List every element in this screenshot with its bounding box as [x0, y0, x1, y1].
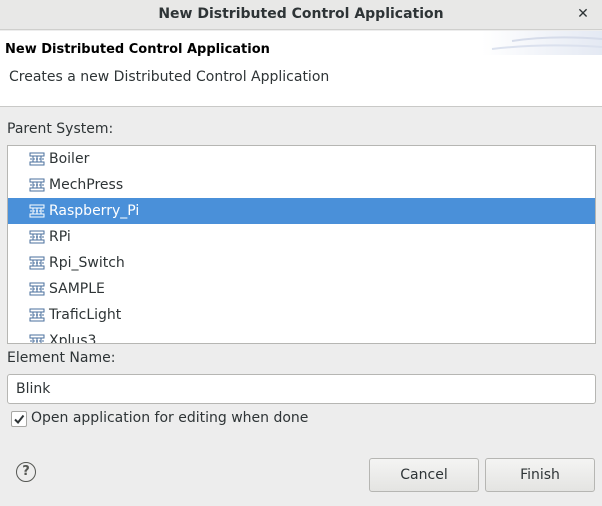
window-title: New Distributed Control Application [158, 6, 444, 22]
title-bar: New Distributed Control Application ✕ [0, 0, 602, 30]
system-icon [29, 204, 45, 218]
parent-system-label: Parent System: [7, 121, 114, 137]
list-item-label: Raspberry_Pi [49, 203, 140, 219]
list-item[interactable]: MechPress [8, 172, 595, 198]
open-after-label[interactable]: Open application for editing when done [31, 410, 308, 426]
list-item-label: Boiler [49, 151, 90, 167]
system-icon [29, 282, 45, 296]
list-item[interactable]: TraficLight [8, 302, 595, 328]
checkmark-icon [14, 414, 25, 425]
open-after-checkbox[interactable] [11, 411, 27, 427]
list-item-label: SAMPLE [49, 281, 105, 297]
wizard-description: Creates a new Distributed Control Applic… [9, 69, 330, 85]
list-item[interactable]: SAMPLE [8, 276, 595, 302]
system-icon [29, 256, 45, 270]
system-icon [29, 152, 45, 166]
system-icon [29, 230, 45, 244]
list-item-label: RPi [49, 229, 71, 245]
finish-button[interactable]: Finish [485, 458, 595, 492]
help-icon[interactable]: ? [16, 462, 36, 482]
wizard-title: New Distributed Control Application [5, 42, 270, 57]
list-item-label: Rpi_Switch [49, 255, 125, 271]
list-item-label: TraficLight [49, 307, 122, 323]
system-icon [29, 308, 45, 322]
parent-system-list[interactable]: Boiler MechPress Raspberry_Pi RPi Rpi_Switch… [7, 145, 596, 344]
banner-decoration [482, 31, 602, 55]
list-item[interactable]: RPi [8, 224, 595, 250]
system-icon [29, 178, 45, 192]
element-name-label: Element Name: [7, 350, 116, 366]
wizard-header: New Distributed Control Application Crea… [0, 31, 602, 107]
close-icon[interactable]: ✕ [574, 5, 592, 23]
system-icon [29, 334, 45, 343]
cancel-button[interactable]: Cancel [369, 458, 479, 492]
element-name-input[interactable] [7, 374, 596, 404]
list-item-label: Xplus3 [49, 333, 97, 344]
list-item[interactable]: Raspberry_Pi [8, 198, 595, 224]
list-item[interactable]: Boiler [8, 146, 595, 172]
list-item[interactable]: Rpi_Switch [8, 250, 595, 276]
list-item[interactable]: Xplus3 [8, 328, 595, 344]
list-item-label: MechPress [49, 177, 124, 193]
